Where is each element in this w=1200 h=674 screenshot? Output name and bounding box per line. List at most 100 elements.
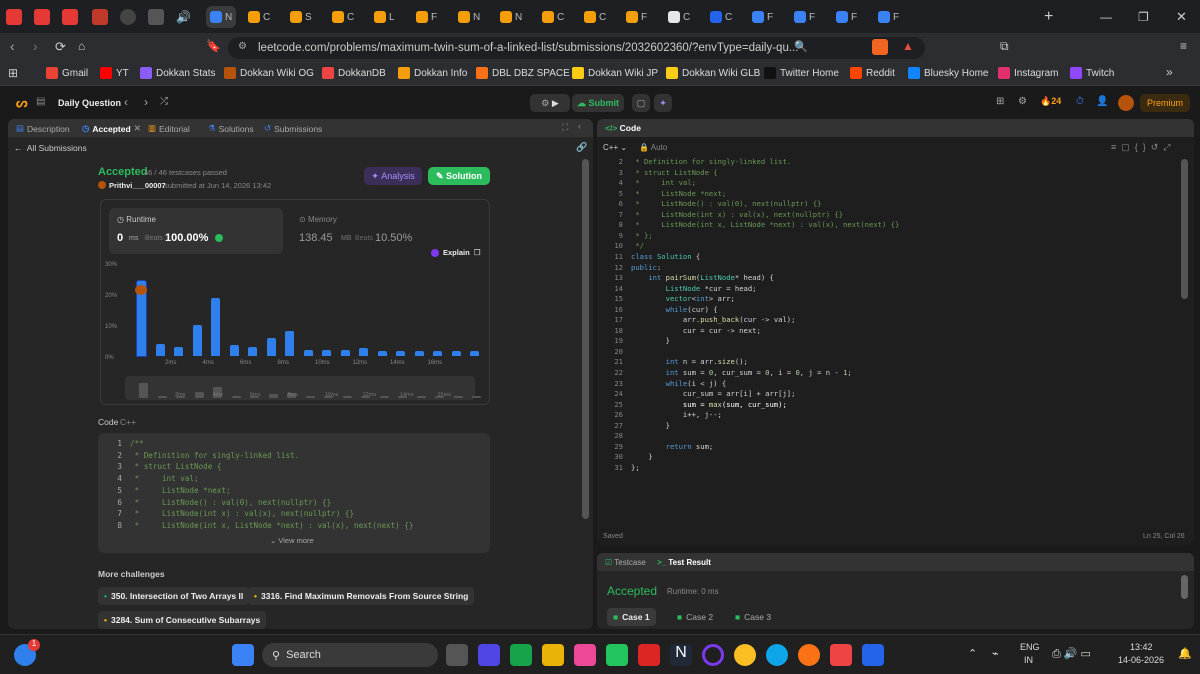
browser-tab[interactable]: F bbox=[416, 6, 437, 28]
file-explorer-icon[interactable] bbox=[542, 644, 564, 666]
streak-counter[interactable]: 🔥24 bbox=[1040, 96, 1061, 107]
browser-tab[interactable]: F bbox=[626, 6, 647, 28]
testcase-tab[interactable]: ☑ Testcase bbox=[605, 558, 646, 567]
tray-icons[interactable]: ⎙🔊▭ bbox=[1052, 647, 1094, 661]
editor-tools[interactable]: ≡▢{}↺⤢ bbox=[1111, 142, 1176, 153]
bookmark-item[interactable]: Reddit bbox=[850, 67, 895, 79]
view-more-link[interactable]: ⌄ View more bbox=[270, 536, 314, 545]
code-editor[interactable]: 2 * Definition for singly-linked list. 3 … bbox=[597, 157, 1177, 477]
forward-icon[interactable]: › bbox=[33, 38, 38, 54]
runtime-bar[interactable] bbox=[211, 297, 220, 356]
tab-globe[interactable] bbox=[120, 6, 136, 28]
tab-audio[interactable]: 🔊 bbox=[176, 6, 191, 28]
bookmark-item[interactable]: Dokkan Info bbox=[398, 67, 467, 79]
edge-icon[interactable] bbox=[766, 644, 788, 666]
network-icon[interactable]: ⌁ bbox=[992, 647, 999, 660]
prev-problem-icon[interactable]: ‹ bbox=[124, 95, 128, 109]
runtime-bar[interactable] bbox=[303, 349, 313, 356]
firefox-icon[interactable] bbox=[798, 644, 820, 666]
language-select[interactable]: C++ ⌄ bbox=[603, 143, 627, 152]
reload-icon[interactable]: ⟳ bbox=[55, 39, 66, 55]
app-icon-2[interactable] bbox=[574, 644, 596, 666]
submit-button[interactable]: ☁ Submit bbox=[572, 94, 624, 112]
browser-tab[interactable]: N bbox=[458, 6, 480, 28]
brave-shield-icon[interactable] bbox=[872, 39, 888, 55]
task-view-icon[interactable] bbox=[446, 644, 468, 666]
runtime-bar[interactable] bbox=[248, 346, 257, 356]
browser-tab[interactable]: S bbox=[290, 6, 312, 28]
analysis-button[interactable]: ✦ Analysis bbox=[364, 167, 422, 185]
browser-tab[interactable]: L bbox=[374, 6, 395, 28]
browser-tab[interactable]: C bbox=[584, 6, 606, 28]
brave-icon[interactable] bbox=[830, 644, 852, 666]
bookmark-item[interactable]: Twitch bbox=[1070, 67, 1114, 79]
shuffle-icon[interactable]: ⤮ bbox=[160, 96, 168, 107]
bookmark-item[interactable]: DBL DBZ SPACE bbox=[476, 67, 570, 79]
layout-icon[interactable]: ⊞ bbox=[996, 96, 1004, 107]
browser-tab[interactable]: N bbox=[206, 6, 237, 28]
input-language[interactable]: ENG bbox=[1020, 642, 1040, 652]
add-friend-icon[interactable]: 👤 bbox=[1096, 96, 1108, 107]
more-bookmarks-icon[interactable]: » bbox=[1166, 65, 1173, 79]
case-1-tab[interactable]: ■ Case 1 bbox=[607, 608, 656, 626]
runtime-bar[interactable] bbox=[359, 348, 368, 356]
all-submissions-link[interactable]: ← All Submissions bbox=[14, 143, 87, 153]
browser-tab[interactable]: C bbox=[542, 6, 564, 28]
tab-youtube-2[interactable] bbox=[34, 6, 50, 28]
home-icon[interactable]: ⌂ bbox=[78, 39, 85, 53]
bookmark-item[interactable]: Dokkan Stats bbox=[140, 67, 215, 79]
browser-tab[interactable]: F bbox=[794, 6, 815, 28]
notification-bell-icon[interactable]: 🔔 bbox=[1178, 647, 1192, 660]
browser-tab[interactable]: F bbox=[836, 6, 857, 28]
store-icon[interactable] bbox=[510, 644, 532, 666]
browser-tab[interactable]: N bbox=[500, 6, 522, 28]
tab-youtube-3[interactable] bbox=[62, 6, 78, 28]
tab-editorial[interactable]: ▥ Editorial bbox=[148, 123, 190, 134]
runtime-bar[interactable] bbox=[192, 325, 202, 356]
menu-icon[interactable]: ≡ bbox=[1180, 39, 1187, 53]
bookmark-item[interactable]: Dokkan Wiki OG bbox=[224, 67, 314, 79]
list-icon[interactable]: ▤ bbox=[36, 96, 45, 107]
restore-button[interactable]: ❐ bbox=[1138, 6, 1149, 28]
bookmark-item[interactable]: YT bbox=[100, 67, 129, 79]
challenge-chip-1[interactable]: • 350. Intersection of Two Arrays II bbox=[98, 587, 250, 605]
maximize-icon[interactable]: ⛶ bbox=[562, 122, 568, 133]
runtime-bar[interactable] bbox=[396, 351, 405, 356]
case-3-tab[interactable]: ■ Case 3 bbox=[729, 608, 777, 626]
url-input[interactable]: ⚙ leetcode.com/problems/maximum-twin-sum… bbox=[228, 37, 925, 59]
runtime-card[interactable]: ◷ Runtime 0 ms Beats 100.00% bbox=[109, 208, 283, 254]
browser-tab[interactable]: F bbox=[878, 6, 899, 28]
app-icon-1[interactable] bbox=[478, 644, 500, 666]
bookmark-item[interactable]: Dokkan Wiki GLB bbox=[666, 67, 760, 79]
opera-icon[interactable] bbox=[702, 644, 724, 666]
runtime-bar[interactable] bbox=[229, 345, 239, 356]
settings-icon[interactable]: ⚙ bbox=[1018, 96, 1027, 107]
leetcode-logo-icon[interactable]: ᔕ bbox=[16, 95, 28, 111]
runtime-bar[interactable] bbox=[266, 337, 276, 356]
minimize-button[interactable]: — bbox=[1100, 6, 1112, 28]
tab-accepted[interactable]: ◷ Accepted ✕ bbox=[82, 123, 141, 134]
browser-tab[interactable]: F bbox=[752, 6, 773, 28]
tab-youtube-1[interactable] bbox=[6, 6, 22, 28]
extensions-icon[interactable]: ⧉ bbox=[1000, 39, 1009, 54]
solution-button[interactable]: ✎ Solution bbox=[428, 167, 490, 185]
avatar[interactable] bbox=[1118, 95, 1134, 111]
tab-submissions[interactable]: ↺ Submissions bbox=[264, 123, 322, 134]
new-tab-button[interactable]: + bbox=[1044, 6, 1053, 28]
windows-start-icon[interactable] bbox=[232, 644, 254, 666]
next-problem-icon[interactable]: › bbox=[144, 95, 148, 109]
runtime-bar[interactable] bbox=[174, 346, 183, 356]
share-link-icon[interactable]: 🔗 bbox=[576, 142, 587, 153]
auto-mode[interactable]: 🔒 Auto bbox=[639, 143, 667, 152]
case-2-tab[interactable]: ■ Case 2 bbox=[671, 608, 719, 626]
input-region[interactable]: IN bbox=[1024, 655, 1033, 665]
whatsapp-icon[interactable] bbox=[606, 644, 628, 666]
challenge-chip-2[interactable]: • 3316. Find Maximum Removals From Source… bbox=[248, 587, 475, 605]
notes-icon[interactable]: ▢ bbox=[632, 94, 650, 112]
runtime-bar[interactable] bbox=[451, 351, 461, 356]
runtime-bar[interactable] bbox=[155, 343, 165, 356]
back-icon[interactable]: ‹ bbox=[10, 38, 15, 54]
runtime-bar[interactable] bbox=[377, 351, 387, 356]
rewards-icon[interactable]: ▲ bbox=[902, 39, 914, 53]
test-scrollbar[interactable] bbox=[1181, 575, 1188, 599]
